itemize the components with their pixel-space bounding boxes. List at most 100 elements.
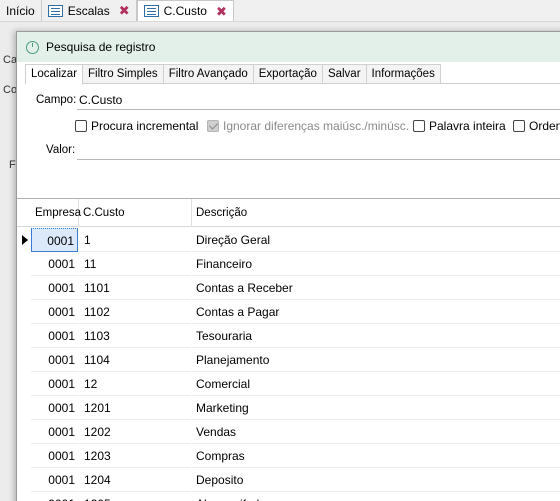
checkbox-box[interactable]	[513, 120, 525, 132]
row-indicator	[17, 324, 31, 348]
cell-descricao[interactable]: Contas a Pagar	[192, 300, 560, 324]
table-row[interactable]: 0001 1104 Planejamento	[17, 348, 560, 372]
search-form: Campo: C.Custo Procura incremental Ignor…	[17, 85, 560, 197]
row-indicator	[17, 276, 31, 300]
table-row[interactable]: 0001 1204 Deposito	[17, 468, 560, 492]
tab-label: Início	[6, 3, 35, 18]
tab-informacoes[interactable]: Informações	[365, 64, 441, 83]
table-row[interactable]: 0001 1203 Compras	[17, 444, 560, 468]
tab-exportacao[interactable]: Exportação	[252, 64, 323, 83]
campo-label: Campo:	[36, 94, 77, 106]
table-row[interactable]: 0001 1202 Vendas	[17, 420, 560, 444]
valor-field[interactable]	[77, 140, 560, 160]
cell-empresa[interactable]: 0001	[31, 468, 78, 492]
tab-filtro-avancado[interactable]: Filtro Avançado	[162, 64, 254, 83]
row-indicator	[17, 444, 31, 468]
dialog-title-bar[interactable]: Pesquisa de registro	[17, 32, 560, 62]
cell-descricao[interactable]: Direção Geral	[192, 228, 560, 252]
current-row-arrow-icon	[22, 235, 28, 245]
column-header-ccusto[interactable]: C.Custo	[79, 199, 192, 227]
cell-empresa[interactable]: 0001	[31, 420, 78, 444]
cell-ccusto[interactable]: 1104	[79, 348, 191, 372]
close-icon[interactable]: ✖	[216, 5, 227, 18]
grid-header: Empresa C.Custo Descrição	[17, 199, 560, 227]
document-tabs: Início Escalas ✖ C.Custo ✖	[0, 0, 560, 22]
cell-ccusto[interactable]: 1201	[79, 396, 191, 420]
table-row[interactable]: 0001 12 Comercial	[17, 372, 560, 396]
cell-empresa[interactable]: 0001	[31, 372, 78, 396]
tab-localizar[interactable]: Localizar	[25, 64, 84, 85]
cell-ccusto[interactable]: 1204	[79, 468, 191, 492]
dialog-title: Pesquisa de registro	[46, 40, 156, 54]
cell-ccusto[interactable]: 1205	[79, 492, 191, 501]
cell-descricao[interactable]: Comercial	[192, 372, 560, 396]
cell-ccusto[interactable]: 1102	[79, 300, 191, 324]
table-row[interactable]: 00011205Almoxarifado	[17, 492, 560, 501]
cell-descricao[interactable]: Almoxarifado	[192, 492, 560, 501]
row-indicator	[17, 492, 31, 501]
cell-descricao[interactable]: Marketing	[192, 396, 560, 420]
cell-ccusto[interactable]: 1101	[79, 276, 191, 300]
cell-empresa[interactable]: 0001	[31, 300, 78, 324]
dialog-tabs: Localizar Filtro Simples Filtro Avançado…	[25, 64, 560, 85]
cell-empresa[interactable]: 0001	[31, 252, 78, 276]
cell-ccusto[interactable]: 1	[79, 228, 191, 252]
cell-ccusto[interactable]: 12	[79, 372, 191, 396]
table-row[interactable]: 0001 11 Financeiro	[17, 252, 560, 276]
checkbox-label: Ignorar diferenças maiúsc./minúsc.	[223, 119, 410, 133]
campo-field[interactable]: C.Custo	[77, 90, 560, 110]
table-row[interactable]: 0001 1102 Contas a Pagar	[17, 300, 560, 324]
tab-ccusto[interactable]: C.Custo ✖	[136, 0, 234, 21]
row-indicator	[17, 396, 31, 420]
bg-label-co: Co	[3, 84, 18, 96]
cell-ccusto[interactable]: 1202	[79, 420, 191, 444]
table-row[interactable]: 0001 1101 Contas a Receber	[17, 276, 560, 300]
cell-ccusto[interactable]: 1203	[79, 444, 191, 468]
row-indicator	[17, 420, 31, 444]
tab-label: C.Custo	[163, 4, 207, 18]
ignorar-maiusc-checkbox: Ignorar diferenças maiúsc./minúsc.	[207, 119, 409, 133]
cell-descricao[interactable]: Tesouraria	[192, 324, 560, 348]
cell-descricao[interactable]: Compras	[192, 444, 560, 468]
column-header-descricao[interactable]: Descrição	[192, 199, 560, 227]
cell-empresa[interactable]: 0001	[31, 396, 78, 420]
column-header-empresa[interactable]: Empresa	[31, 199, 81, 227]
tab-salvar[interactable]: Salvar	[321, 64, 367, 83]
checkbox-label: Palavra inteira	[429, 119, 506, 133]
cell-empresa[interactable]: 0001	[31, 444, 78, 468]
ordem-checkbox[interactable]: Orden	[513, 119, 560, 133]
cell-empresa[interactable]: 0001	[31, 228, 78, 252]
palavra-inteira-checkbox[interactable]: Palavra inteira	[413, 119, 506, 133]
checkbox-box	[207, 120, 219, 132]
row-indicator	[17, 252, 31, 276]
cell-empresa[interactable]: 0001	[31, 348, 78, 372]
cell-empresa[interactable]: 0001	[31, 324, 78, 348]
table-row[interactable]: 0001 1 Direção Geral	[17, 228, 560, 252]
cell-descricao[interactable]: Contas a Receber	[192, 276, 560, 300]
cell-ccusto[interactable]: 11	[79, 252, 191, 276]
cell-descricao[interactable]: Deposito	[192, 468, 560, 492]
form-icon	[47, 4, 63, 17]
bg-label-f: F	[9, 159, 16, 171]
cell-descricao[interactable]: Planejamento	[192, 348, 560, 372]
table-row[interactable]: 0001 1201 Marketing	[17, 396, 560, 420]
tab-escalas[interactable]: Escalas ✖	[42, 0, 137, 21]
row-indicator	[17, 300, 31, 324]
procura-incremental-checkbox[interactable]: Procura incremental	[75, 119, 198, 133]
tab-inicio[interactable]: Início	[0, 0, 42, 21]
valor-label: Valor:	[46, 144, 76, 156]
cell-ccusto[interactable]: 1103	[79, 324, 191, 348]
search-dialog: Pesquisa de registro Localizar Filtro Si…	[16, 31, 560, 501]
cell-empresa[interactable]: 0001	[31, 492, 78, 501]
checkbox-box[interactable]	[413, 120, 425, 132]
tab-filtro-simples[interactable]: Filtro Simples	[82, 64, 164, 83]
cell-descricao[interactable]: Vendas	[192, 420, 560, 444]
row-indicator	[17, 372, 31, 396]
close-icon[interactable]: ✖	[119, 4, 130, 17]
table-row[interactable]: 0001 1103 Tesouraria	[17, 324, 560, 348]
cell-descricao[interactable]: Financeiro	[192, 252, 560, 276]
cell-empresa[interactable]: 0001	[31, 276, 78, 300]
tab-label: Escalas	[67, 3, 110, 18]
checkbox-box[interactable]	[75, 120, 87, 132]
row-indicator	[17, 228, 31, 252]
